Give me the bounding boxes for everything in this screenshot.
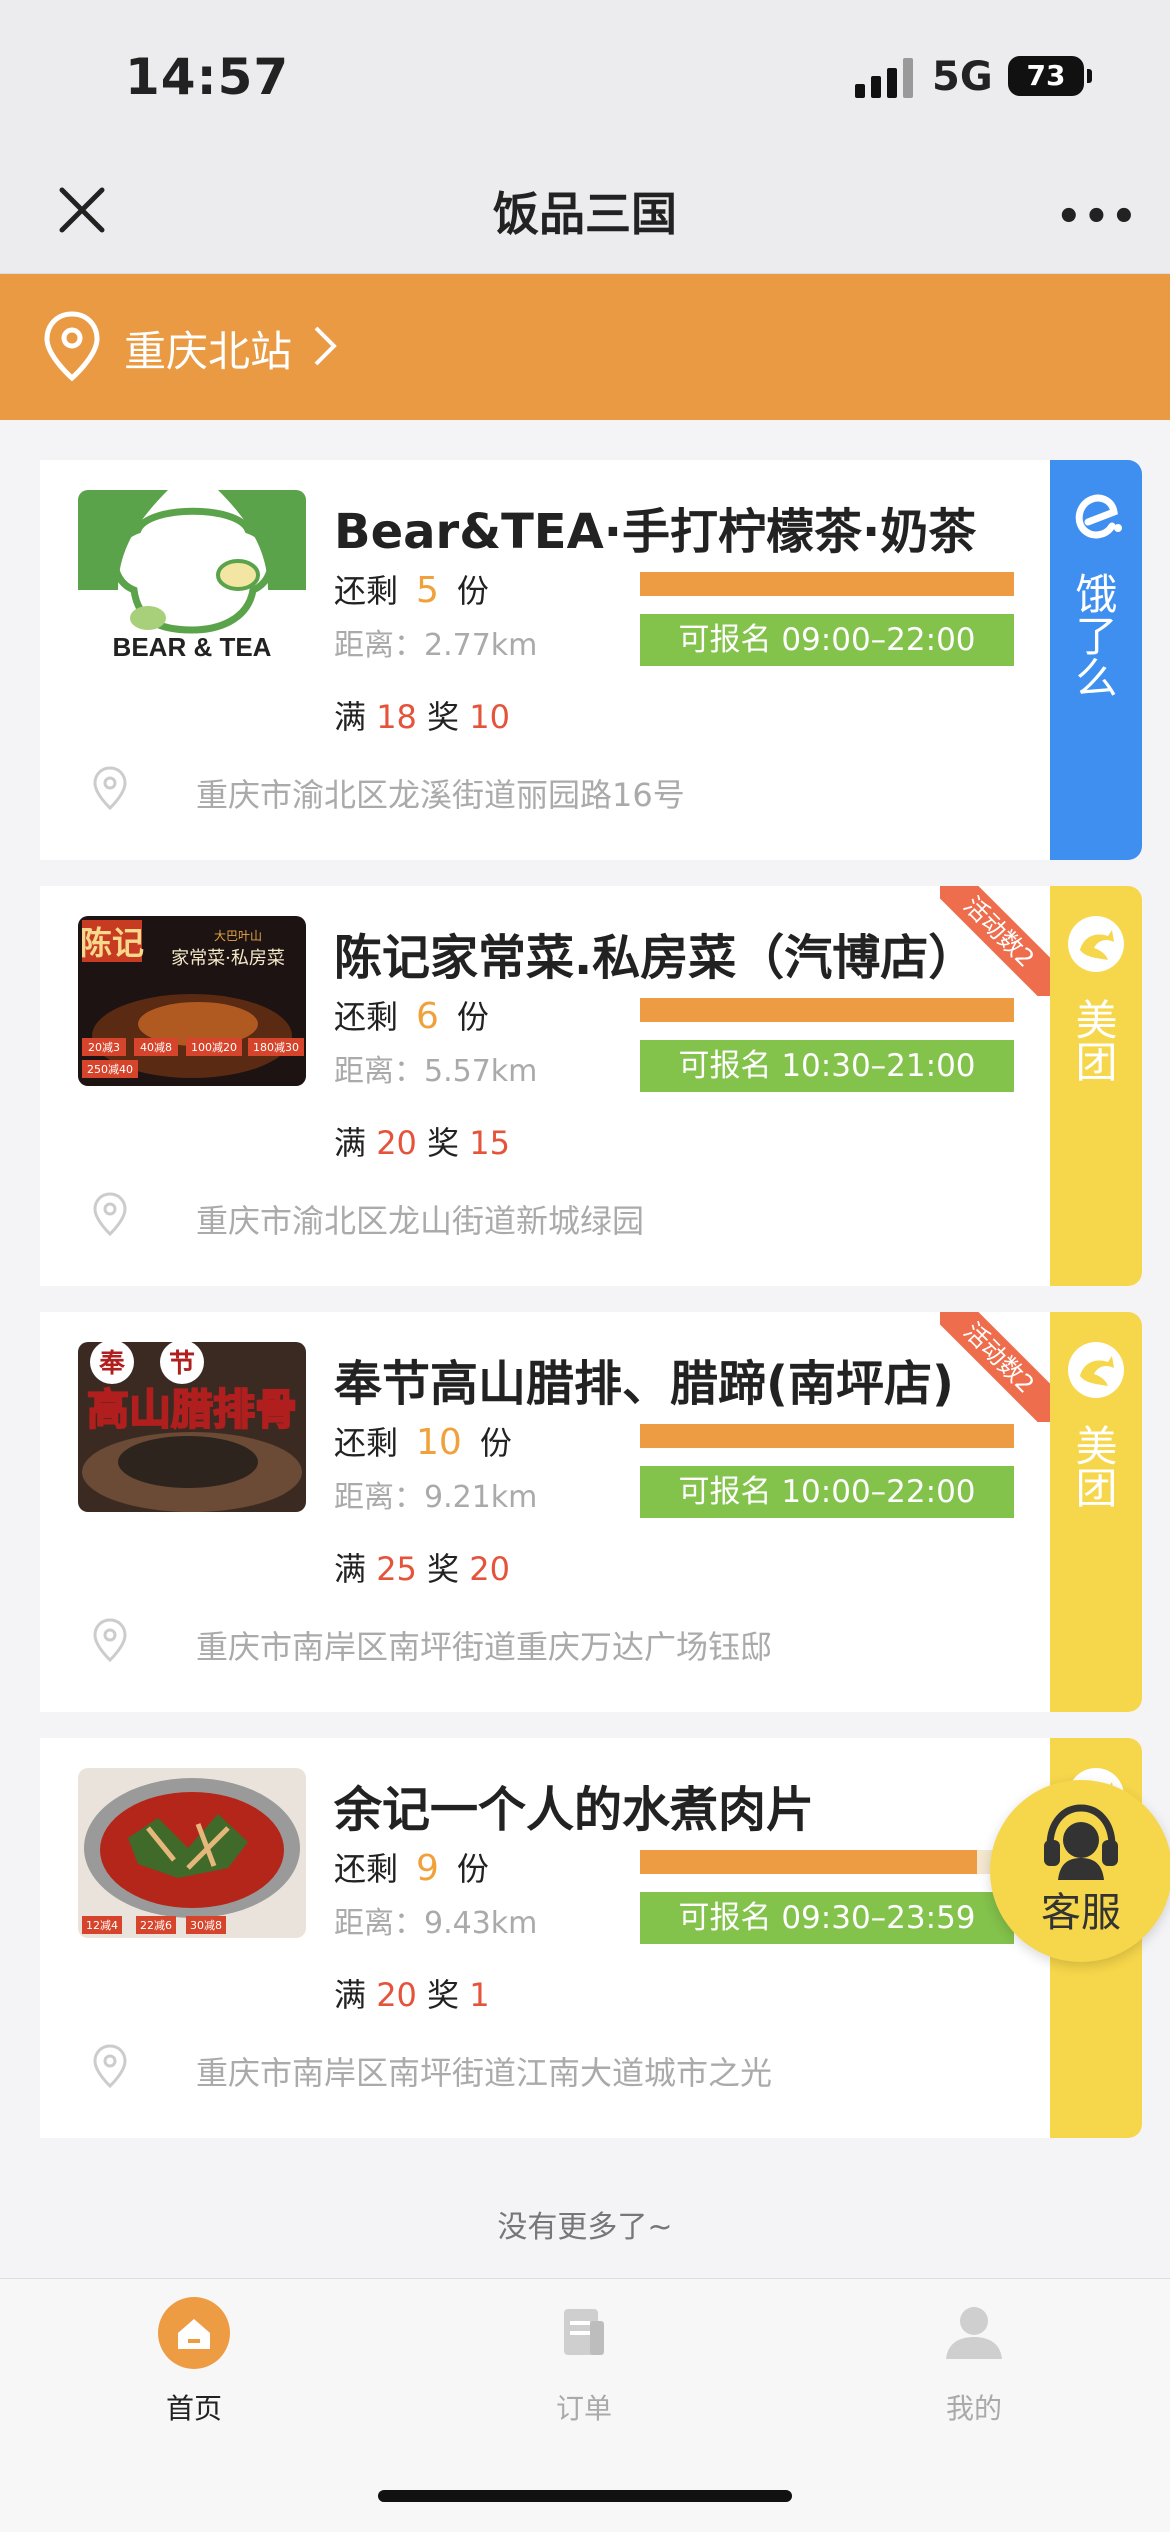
reward-info: 满 20 奖 15 [334,1124,510,1162]
quota-progress-bar [640,1850,1014,1874]
discount-tag: 100减20 [191,1041,237,1054]
store-thumbnail: 陈记 大巴叶山 家常菜·私房菜 20减3 40减8 100减20 180减30 … [78,916,306,1086]
headset-icon [1044,1804,1118,1880]
signup-button[interactable]: 可报名 09:00–22:00 [640,614,1014,666]
battery-icon: 73 [1008,56,1092,96]
distance: 距离：9.21km [334,1480,538,1515]
location-pin-icon [93,766,127,810]
store-thumbnail: 奉 节 高山腊排骨 [78,1342,306,1512]
eleme-icon [1075,494,1122,539]
activity-count-ribbon: 活动数2 [940,1312,1050,1422]
nav-bar: 饭品三国 ••• [0,150,1170,274]
location-selector[interactable]: 重庆北站 [0,274,1170,420]
distance: 距离：2.77km [334,628,538,663]
store-card[interactable]: 陈记 大巴叶山 家常菜·私房菜 20减3 40减8 100减20 180减30 … [40,886,1050,1286]
platform-tag-eleme[interactable]: 饿了么 [1050,460,1142,860]
activity-count-ribbon: 活动数2 [940,886,1050,996]
address-text: 重庆市南岸区南坪街道重庆万达广场钰邸 [196,1628,773,1666]
address-text: 重庆市渝北区龙溪街道丽园路16号 [196,776,685,814]
customer-service-button[interactable]: 客服 [990,1780,1170,1962]
signup-button[interactable]: 可报名 10:30–21:00 [640,1040,1014,1092]
store-name: Bear&TEA·手打柠檬茶·奶茶 [334,504,977,560]
platform-name: 美团 [1069,998,1118,1082]
discount-tag: 180减30 [253,1041,299,1054]
store-thumbnail: BEAR & TEA [78,490,306,660]
network-type: 5G [932,54,993,100]
address-text: 重庆市南岸区南坪街道江南大道城市之光 [196,2054,773,2092]
tab-profile[interactable]: 我的 [854,2297,1094,2427]
discount-tag: 22减6 [140,1919,172,1932]
tab-label: 首页 [165,2392,222,2425]
order-icon [564,2309,604,2355]
remaining-count: 还剩 5 份 [334,570,489,611]
customer-service-label: 客服 [1041,1890,1121,1936]
discount-tag: 12减4 [86,1919,118,1932]
thumbnail-char: 节 [169,1349,195,1379]
quota-progress-bar [640,572,1014,596]
remaining-count: 还剩 6 份 [334,996,489,1037]
store-thumbnail: 12减4 22减6 30减8 [78,1768,306,1938]
platform-name: 饿了么 [1069,572,1118,698]
thumbnail-main-text: 高山腊排骨 [87,1385,297,1434]
signup-button[interactable]: 可报名 09:30–23:59 [640,1892,1014,1944]
tab-home[interactable]: 首页 [74,2297,314,2427]
signal-icon [855,58,917,98]
signup-button[interactable]: 可报名 10:00–22:00 [640,1466,1014,1518]
distance: 距离：9.43km [334,1906,538,1941]
meituan-icon [1068,1342,1124,1398]
chevron-right-icon [314,326,337,366]
location-pin-icon [93,1618,127,1662]
thumbnail-brand-text: BEAR & TEA [113,632,272,660]
platform-tag-meituan[interactable]: 美团 [1050,1312,1142,1712]
discount-tag: 40减8 [140,1041,172,1054]
profile-icon [946,2307,1002,2359]
store-card[interactable]: 奉 节 高山腊排骨 奉节高山腊排、腊蹄(南坪店) 还剩 10 份 距离：9.21km… [40,1312,1050,1712]
meituan-icon [1068,916,1124,972]
quota-progress-bar [640,998,1014,1022]
status-bar: 14:57 5G 73 [0,0,1170,150]
remaining-count: 还剩 9 份 [334,1848,489,1889]
location-label: 重庆北站 [124,327,293,376]
thumbnail-logo-text: 陈记 [80,924,144,962]
thumbnail-sub-text: 家常菜·私房菜 [171,948,285,969]
tab-orders[interactable]: 订单 [464,2297,704,2427]
home-icon [158,2297,230,2369]
store-name: 陈记家常菜.私房菜（汽博店） [334,930,977,986]
tab-label: 我的 [945,2392,1002,2425]
thumbnail-top-text: 大巴叶山 [214,929,262,943]
quota-progress-bar [640,1424,1014,1448]
discount-tag: 30减8 [190,1919,222,1932]
distance: 距离：5.57km [334,1054,538,1089]
platform-tag-meituan[interactable]: 美团 [1050,886,1142,1286]
home-indicator [378,2490,792,2502]
store-card[interactable]: BEAR & TEA Bear&TEA·手打柠檬茶·奶茶 还剩 5 份 距离：2.7… [40,460,1050,860]
more-menu-button[interactable]: ••• [1056,194,1139,240]
end-of-list-text: 没有更多了~ [497,2210,673,2245]
reward-info: 满 18 奖 10 [334,698,510,736]
thumbnail-char: 奉 [98,1349,126,1379]
discount-tag: 20减3 [88,1041,120,1054]
tab-label: 订单 [555,2392,612,2425]
discount-tag: 250减40 [87,1063,133,1076]
location-pin-icon [93,1192,127,1236]
location-pin-icon [44,311,100,382]
store-name: 奉节高山腊排、腊蹄(南坪店) [334,1356,954,1412]
reward-info: 满 20 奖 1 [334,1976,490,2014]
page-title: 饭品三国 [493,187,677,241]
platform-name: 美团 [1069,1424,1118,1508]
location-pin-icon [93,2044,127,2088]
store-name: 余记一个人的水煮肉片 [334,1782,815,1838]
address-text: 重庆市渝北区龙山街道新城绿园 [196,1202,645,1240]
reward-info: 满 25 奖 20 [334,1550,510,1588]
status-time: 14:57 [125,48,290,106]
remaining-count: 还剩 10 份 [334,1422,512,1463]
store-card[interactable]: 12减4 22减6 30减8 余记一个人的水煮肉片 还剩 9 份 距离：9.43km… [40,1738,1050,2138]
